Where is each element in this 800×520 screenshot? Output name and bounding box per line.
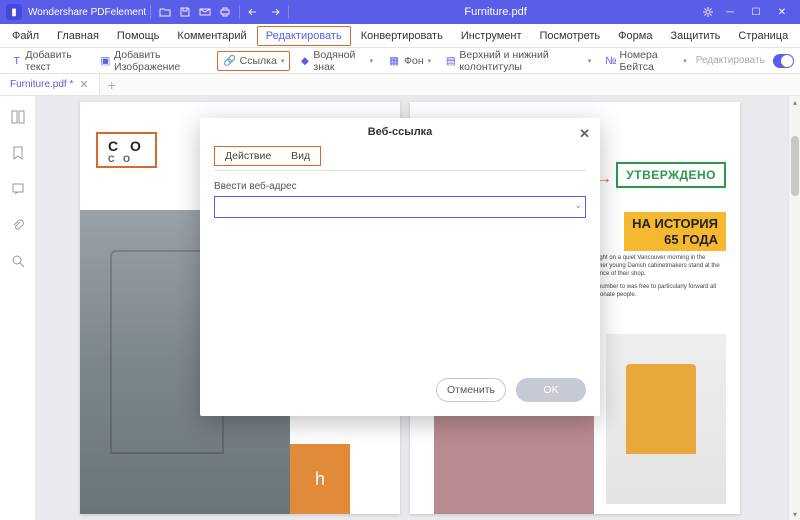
redo-icon[interactable] (264, 2, 284, 22)
dialog-tabs: Действие Вид (214, 146, 321, 166)
annotations-icon[interactable] (9, 180, 27, 198)
tabstrip: Furniture.pdf * ✕ + (0, 74, 800, 96)
vertical-scrollbar[interactable]: ▴ ▾ (788, 96, 800, 520)
scroll-down-icon[interactable]: ▾ (789, 508, 800, 520)
chevron-down-icon: ▾ (370, 57, 374, 65)
edit-mode-toggle[interactable] (773, 54, 794, 68)
yellow-chair-photo (606, 334, 726, 504)
tab-close-icon[interactable]: ✕ (79, 78, 88, 91)
open-icon[interactable] (155, 2, 175, 22)
attachment-icon[interactable] (9, 216, 27, 234)
maximize-button[interactable]: ☐ (744, 2, 768, 22)
dialog-tab-action[interactable]: Действие (215, 147, 281, 165)
chevron-down-icon: ▾ (428, 57, 432, 65)
menu-tool[interactable]: Инструмент (453, 27, 530, 45)
url-input-label: Ввести веб-адрес (214, 181, 586, 192)
menu-edit[interactable]: Редактировать (257, 26, 351, 46)
cancel-button[interactable]: Отменить (436, 378, 506, 402)
save-icon[interactable] (175, 2, 195, 22)
ok-button[interactable]: OK (516, 378, 586, 402)
menubar: Файл Главная Помощь Комментарий Редактир… (0, 24, 800, 48)
web-link-dialog: Веб-ссылка ✕ Действие Вид Ввести веб-адр… (200, 118, 600, 416)
link-icon: 🔗 (223, 54, 237, 68)
mail-icon[interactable] (195, 2, 215, 22)
scroll-up-icon[interactable]: ▴ (789, 96, 800, 108)
link-button[interactable]: 🔗Ссылка▾ (217, 51, 291, 71)
orange-strip: h (290, 444, 350, 514)
menu-home[interactable]: Главная (49, 27, 107, 45)
close-button[interactable]: ✕ (770, 2, 794, 22)
chevron-down-icon: ▾ (281, 57, 285, 65)
dialog-tab-view[interactable]: Вид (281, 147, 320, 165)
approved-stamp: УТВЕРЖДЕНО (616, 162, 726, 188)
body-text: Daylight on a quiet Vancouver morning in… (586, 254, 726, 304)
scroll-thumb[interactable] (791, 136, 799, 196)
toolbar: TДобавить текст ▣Добавить Изображение 🔗С… (0, 48, 800, 74)
menu-protect[interactable]: Защитить (662, 27, 728, 45)
app-logo-icon: ▮ (6, 4, 22, 20)
history-heading: НА ИСТОРИЯ 65 ГОДА (624, 212, 726, 251)
document-title: Furniture.pdf (293, 6, 698, 18)
background-button[interactable]: ▦Фон▾ (382, 52, 436, 70)
tab-label: Furniture.pdf * (10, 79, 73, 90)
print-icon[interactable] (215, 2, 235, 22)
watermark-icon: ◆ (299, 54, 310, 68)
menu-help[interactable]: Помощь (109, 27, 168, 45)
logo-block: C O C O (96, 132, 157, 168)
thumbnails-icon[interactable] (9, 108, 27, 126)
add-tab-button[interactable]: + (100, 77, 124, 93)
menu-form[interactable]: Форма (610, 27, 660, 45)
background-icon: ▦ (387, 54, 401, 68)
chevron-down-icon: ▾ (588, 57, 592, 65)
bates-icon: № (605, 54, 616, 68)
undo-icon[interactable] (244, 2, 264, 22)
dialog-title: Веб-ссылка ✕ (200, 118, 600, 144)
edit-mode-label: Редактировать (696, 55, 765, 66)
watermark-button[interactable]: ◆Водяной знак▾ (294, 47, 378, 75)
menu-comment[interactable]: Комментарий (169, 27, 254, 45)
document-tab[interactable]: Furniture.pdf * ✕ (0, 74, 100, 95)
text-icon: T (11, 54, 22, 68)
bates-button[interactable]: №Номера Бейтса▾ (600, 47, 692, 75)
url-dropdown-icon[interactable]: ⌄ (574, 200, 582, 211)
header-footer-button[interactable]: ▤Верхний и нижний колонтитулы▾ (440, 47, 596, 75)
url-input[interactable] (214, 196, 586, 218)
side-toolbox (0, 96, 36, 520)
menu-file[interactable]: Файл (4, 27, 47, 45)
header-footer-icon: ▤ (445, 54, 456, 68)
menu-page[interactable]: Страница (730, 27, 796, 45)
dialog-close-icon[interactable]: ✕ (579, 126, 590, 142)
settings-icon[interactable] (698, 2, 718, 22)
search-icon[interactable] (9, 252, 27, 270)
titlebar: ▮ Wondershare PDFelement Furniture.pdf ─… (0, 0, 800, 24)
menu-convert[interactable]: Конвертировать (353, 27, 451, 45)
bookmark-icon[interactable] (9, 144, 27, 162)
image-icon: ▣ (100, 54, 111, 68)
menu-view[interactable]: Посмотреть (532, 27, 609, 45)
app-name: Wondershare PDFelement (28, 7, 146, 18)
minimize-button[interactable]: ─ (718, 2, 742, 22)
chevron-down-icon: ▾ (683, 57, 687, 65)
add-image-button[interactable]: ▣Добавить Изображение (95, 47, 213, 75)
add-text-button[interactable]: TДобавить текст (6, 47, 91, 75)
